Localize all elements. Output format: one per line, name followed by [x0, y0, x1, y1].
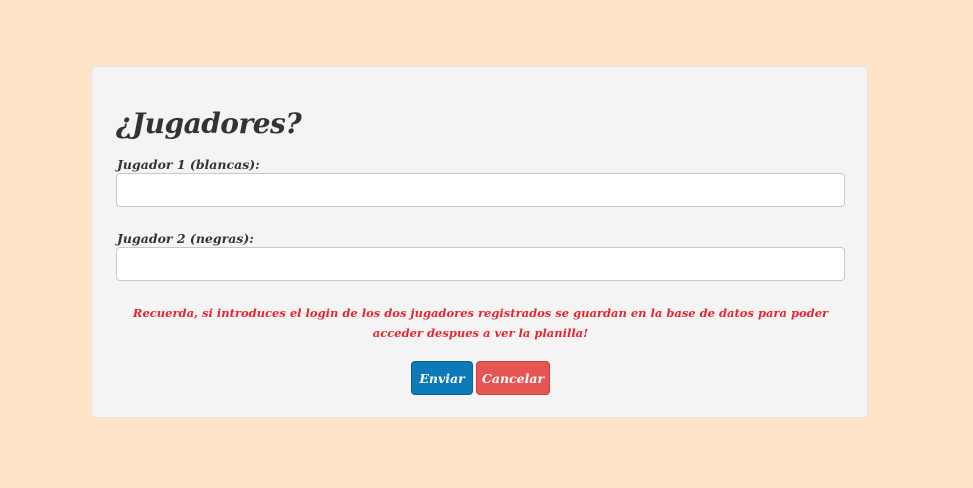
send-button[interactable]: Enviar [411, 361, 473, 395]
login-notice: Recuerda, si introduces el login de los … [132, 306, 829, 340]
player1-label: Jugador 1 (blancas): [117, 157, 260, 172]
player2-label: Jugador 2 (negras): [117, 231, 254, 246]
cancel-button[interactable]: Cancelar [476, 361, 550, 395]
player2-input[interactable] [116, 247, 845, 281]
form-title: ¿Jugadores? [116, 107, 302, 140]
player1-input[interactable] [116, 173, 845, 207]
players-form-card: ¿Jugadores? Jugador 1 (blancas): Jugador… [91, 66, 868, 418]
